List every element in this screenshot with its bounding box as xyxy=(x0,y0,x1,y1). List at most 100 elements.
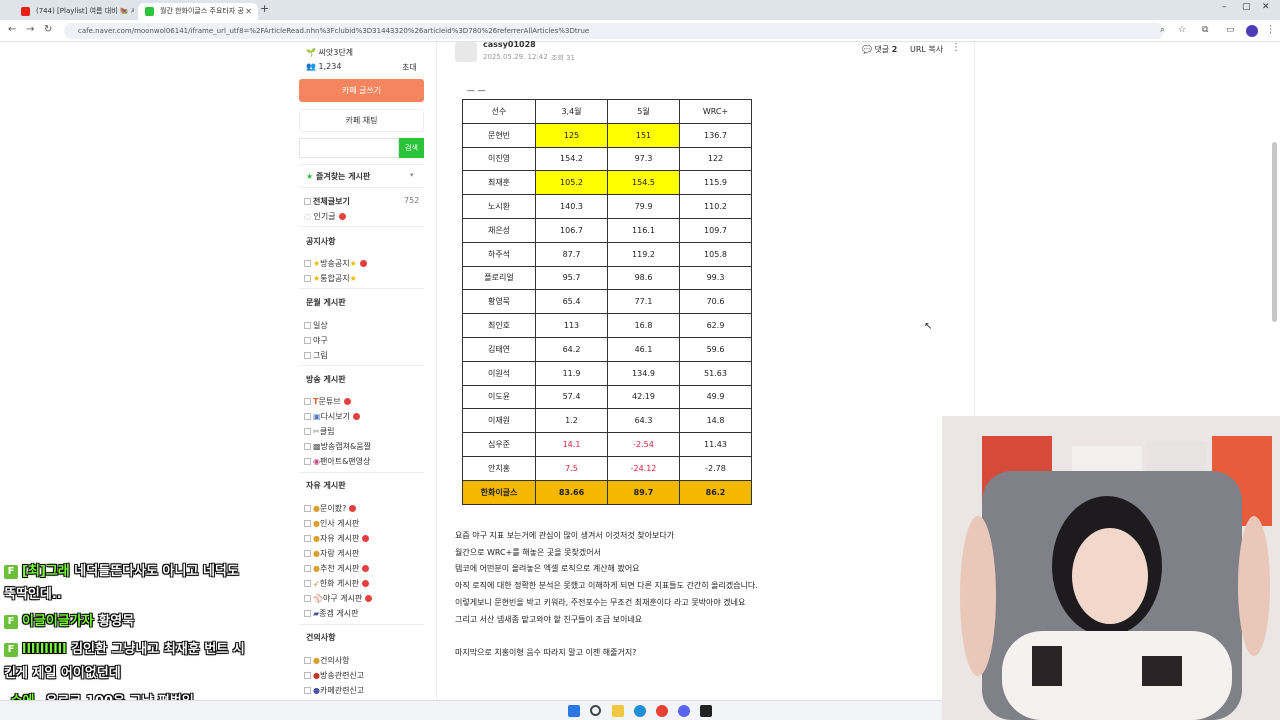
table-row: 노시환 140.3 79.9 110.2 xyxy=(462,194,752,219)
player-cell: 황영묵 xyxy=(462,289,536,315)
sidebar-item-popular[interactable]: ◌ 인기글 xyxy=(304,211,346,222)
col-header-may: 5월 xyxy=(607,99,680,124)
team-name-cell: 한화이글스 xyxy=(462,479,536,505)
sidepanel-icon[interactable]: ▭ xyxy=(1226,25,1235,35)
sidebar-item-moontube[interactable]: T문튜브 xyxy=(304,396,351,407)
author-avatar[interactable] xyxy=(455,42,477,62)
chrome-icon[interactable] xyxy=(656,705,668,717)
tab-playlist[interactable]: (744) [Playlist] 여름 대비 🍉 시 ✕ xyxy=(14,3,134,20)
discord-icon[interactable] xyxy=(678,705,690,717)
board-icon xyxy=(304,535,311,542)
minimize-icon[interactable]: – xyxy=(1222,2,1227,12)
page-scrollbar[interactable] xyxy=(1272,142,1277,322)
level-row: 🌱 씨앗3단계 xyxy=(306,47,353,58)
table-row: 최재훈 105.2 154.5 115.9 xyxy=(462,170,752,196)
stat-cell: 77.1 xyxy=(607,289,680,315)
extensions-icon[interactable]: ⧉ xyxy=(1202,25,1208,35)
sidebar-item-fanart[interactable]: ◉팬아트&팬영상 xyxy=(304,456,370,467)
sidebar-item-cafe-report[interactable]: ●카페관련신고 xyxy=(304,685,364,696)
comments-link[interactable]: 💬 댓글 2 xyxy=(862,44,897,55)
start-menu-icon[interactable] xyxy=(568,705,580,717)
board-icon xyxy=(304,672,311,679)
back-icon[interactable]: ← xyxy=(8,24,16,35)
more-options-icon[interactable]: ⋮ xyxy=(951,42,961,53)
article-paragraph: 템코에 어떤분이 올려놓은 엑셀 로직으로 계산해 봤어요 xyxy=(455,564,640,573)
sidebar-item-question[interactable]: ●문이봤? xyxy=(304,503,357,514)
cafe-search-button[interactable]: 검색 xyxy=(399,138,424,158)
write-post-button[interactable]: 카페 글쓰기 xyxy=(299,79,424,102)
new-tab-button[interactable]: + xyxy=(260,2,269,15)
tab-cafe-article[interactable]: 월간 한화이글스 주요타자 공 ✕ xyxy=(138,3,258,20)
board-icon xyxy=(304,458,311,465)
url-copy-button[interactable]: URL 복사 xyxy=(910,44,943,55)
stat-cell: 105.2 xyxy=(535,170,608,196)
baseball-icon: ⚾ xyxy=(313,594,323,603)
url-field[interactable]: cafe.naver.com/moonwol06141/iframe_url_u… xyxy=(64,23,1164,39)
close-window-icon[interactable]: ✕ xyxy=(1262,2,1270,12)
sidebar-item-label: 인기글 xyxy=(313,212,336,221)
search-icon[interactable] xyxy=(590,705,601,716)
sidebar-item-greeting[interactable]: ●인사 게시판 xyxy=(304,518,359,529)
article-paragraph: 그리고 서산 넴새좀 맡고와야 할 친구들이 조금 보이네요 xyxy=(455,615,643,624)
table-row: 문현빈 125 151 136.7 xyxy=(462,122,752,148)
sidebar-item-integrated-notice[interactable]: ★통합공지★ xyxy=(304,273,357,284)
cafe-search-input[interactable] xyxy=(299,138,399,158)
sidebar-item-all-posts[interactable]: 전체글보기 xyxy=(304,196,350,207)
post-date: 2025.05.29. 12:42 xyxy=(483,53,548,61)
close-tab-icon[interactable]: ✕ xyxy=(245,3,252,20)
reload-icon[interactable]: ↻ xyxy=(44,24,52,35)
author-name[interactable]: cassy01028 xyxy=(483,40,536,49)
bookmark-star-icon[interactable]: ☆ xyxy=(1178,25,1186,35)
sidebar-item-daily[interactable]: 일상 xyxy=(304,320,328,331)
forward-icon[interactable]: → xyxy=(26,24,34,35)
sidebar-item-suggestion[interactable]: ●건의사항 xyxy=(304,655,349,666)
invite-link[interactable]: 초대 xyxy=(402,62,417,73)
maximize-icon[interactable]: ▢ xyxy=(1242,2,1251,12)
sidebar-item-games[interactable]: ▰종겜 게시판 xyxy=(304,608,359,619)
cafe-chat-button[interactable]: 카페 채팅 xyxy=(299,109,424,132)
sidebar-item-hanwha[interactable]: ➶한화 게시판 xyxy=(304,578,370,589)
board-icon xyxy=(304,550,311,557)
stat-cell: 125 xyxy=(535,122,608,148)
col-header-mar-apr: 3,4월 xyxy=(535,99,608,124)
sidebar-item-free[interactable]: ●자유 게시판 xyxy=(304,533,370,544)
profile-avatar[interactable] xyxy=(1246,25,1258,37)
article-paragraph: 요즘 야구 지표 보는거에 관심이 많이 생겨서 이것저것 찾아보다가 xyxy=(455,531,675,540)
sidebar-item-baseball-free[interactable]: ⚾야구 게시판 xyxy=(304,593,373,604)
windows-taskbar xyxy=(0,700,942,720)
sidebar-item-replay[interactable]: ▣다시보기 xyxy=(304,411,361,422)
sidebar-item-label: 야구 게시판 xyxy=(322,594,363,603)
clip-icon: ✂ xyxy=(313,427,320,436)
menu-kebab-icon[interactable]: ⋮ xyxy=(1266,25,1275,35)
sidebar-item-baseball[interactable]: 야구 xyxy=(304,335,328,346)
sidebar-item-label: 추천 게시판 xyxy=(319,564,360,573)
sidebar-item-label: 야구 xyxy=(313,336,328,345)
emoji-icon: ● xyxy=(313,686,320,695)
stat-cell: -2.78 xyxy=(679,455,752,481)
sidebar-item-broadcast-report[interactable]: ●방송관련신고 xyxy=(304,670,364,681)
stat-cell: 51.63 xyxy=(679,360,752,386)
sidebar-item-recommend[interactable]: ●추천 게시판 xyxy=(304,563,370,574)
board-icon xyxy=(304,443,311,450)
sidebar-item-clip[interactable]: ✂클립 xyxy=(304,426,334,437)
app-icon[interactable] xyxy=(700,705,712,717)
post-views: 조회 31 xyxy=(551,54,576,62)
sidebar-item-boast[interactable]: ●자랑 게시판 xyxy=(304,548,359,559)
player-cell: 김태연 xyxy=(462,336,536,362)
favorites-header[interactable]: ★ 즐겨찾는 게시판 xyxy=(306,171,370,182)
divider xyxy=(299,288,424,289)
zoom-icon[interactable]: ⌕ xyxy=(1160,25,1165,35)
table-row: 이재원 1.2 64.3 14.8 xyxy=(462,408,752,434)
sidebar-item-capture[interactable]: ▩방송캡쳐&움짤 xyxy=(304,441,371,452)
article-dash: — — xyxy=(467,86,486,95)
sidebar-item-broadcast-notice[interactable]: ★방송공지★ xyxy=(304,258,367,269)
stat-cell: -24.12 xyxy=(607,455,680,481)
close-tab-icon[interactable]: ✕ xyxy=(121,3,128,20)
chat-text: 김인환 그냥내고 최재훈 번트 시 xyxy=(71,642,245,657)
edge-icon[interactable] xyxy=(634,705,646,717)
file-explorer-icon[interactable] xyxy=(612,705,624,717)
sidebar-item-drawing[interactable]: 그림 xyxy=(304,350,328,361)
stat-cell: 14.8 xyxy=(679,408,752,434)
chevron-down-icon[interactable]: ▾ xyxy=(410,171,414,179)
table-row: 최인호 113 16.8 62.9 xyxy=(462,313,752,338)
